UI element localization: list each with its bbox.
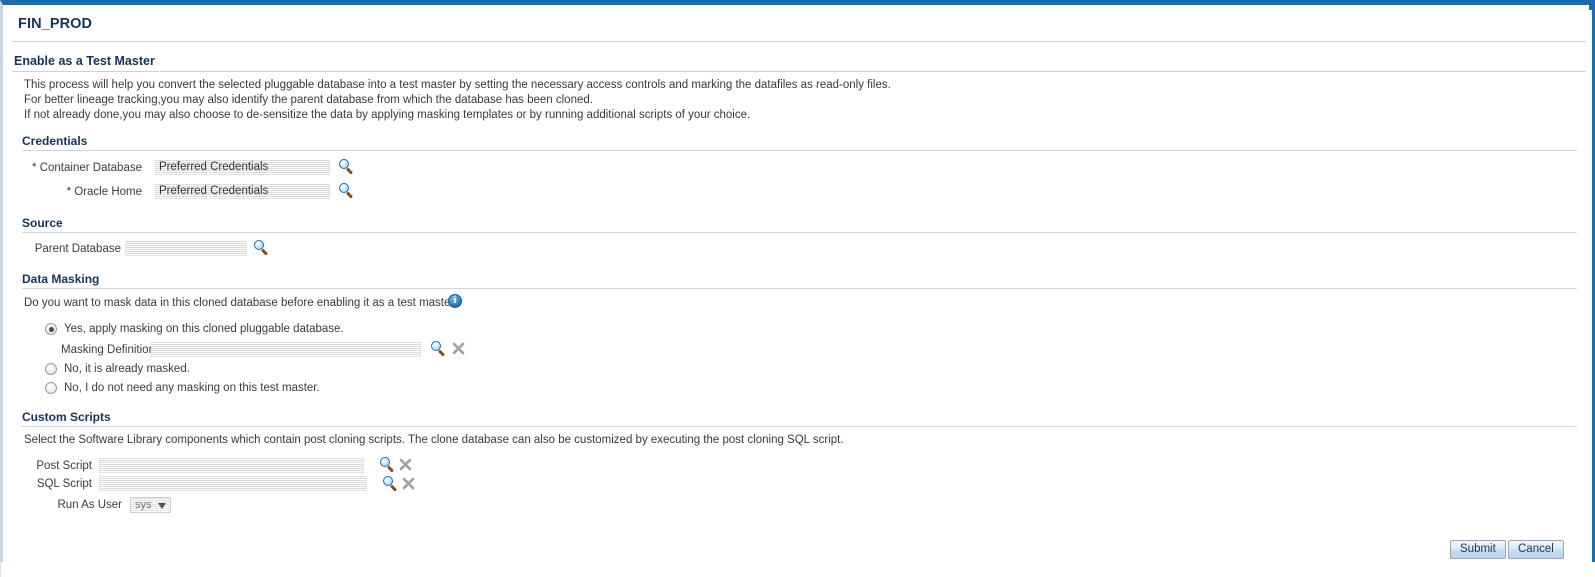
page-title: FIN_PROD xyxy=(18,16,93,32)
magnifier-handle xyxy=(261,248,269,256)
custom-scripts-section-title: Custom Scripts xyxy=(22,410,111,424)
data-masking-section-title: Data Masking xyxy=(22,272,100,286)
run-as-user-label: Run As User xyxy=(57,499,122,511)
magnifier-handle xyxy=(346,191,354,199)
cancel-button[interactable]: Cancel xyxy=(1508,540,1564,559)
search-icon[interactable] xyxy=(339,159,355,175)
intro-line-2: For better lineage tracking,you may also… xyxy=(24,94,593,106)
masking-definition-field[interactable] xyxy=(151,342,421,357)
clear-icon[interactable] xyxy=(399,458,412,471)
search-icon[interactable] xyxy=(339,183,355,199)
custom-scripts-divider xyxy=(22,426,1577,427)
intro-line-1: This process will help you convert the s… xyxy=(24,79,891,91)
oracle-home-label: * Oracle Home xyxy=(66,186,142,198)
application-window: FIN_PROD Enable as a Test Master This pr… xyxy=(0,0,1595,567)
run-as-user-value: sys xyxy=(135,499,152,511)
page-content: FIN_PROD Enable as a Test Master This pr… xyxy=(6,10,1592,567)
source-section-title: Source xyxy=(22,216,63,230)
radio-label-no-masking[interactable]: No, I do not need any masking on this te… xyxy=(64,382,320,394)
post-script-label: Post Script xyxy=(36,460,92,472)
window-bottom-strip xyxy=(0,562,1595,577)
search-icon[interactable] xyxy=(254,240,270,256)
subheading-divider xyxy=(12,71,1586,72)
submit-button[interactable]: Submit xyxy=(1450,540,1506,559)
oracle-home-field[interactable]: Preferred Credentials xyxy=(155,184,330,199)
custom-scripts-description: Select the Software Library components w… xyxy=(24,434,844,446)
search-icon[interactable] xyxy=(431,341,447,357)
credentials-section-title: Credentials xyxy=(22,134,88,148)
sql-script-label: SQL Script xyxy=(36,478,92,490)
search-icon[interactable] xyxy=(380,457,396,473)
parent-database-label: Parent Database xyxy=(34,243,121,255)
info-icon[interactable]: i xyxy=(448,294,462,308)
run-as-user-select[interactable]: sys xyxy=(130,497,171,513)
magnifier-handle xyxy=(390,484,398,492)
credentials-divider xyxy=(22,150,1577,151)
sql-script-field[interactable] xyxy=(99,476,367,491)
radio-already-masked[interactable] xyxy=(45,363,57,375)
container-database-label: * Container Database xyxy=(32,162,142,174)
title-divider xyxy=(12,41,1586,42)
radio-label-apply-masking[interactable]: Yes, apply masking on this cloned plugga… xyxy=(64,323,344,335)
section-heading-enable-test-master: Enable as a Test Master xyxy=(14,54,155,68)
radio-label-already-masked[interactable]: No, it is already masked. xyxy=(64,363,190,375)
post-script-field[interactable] xyxy=(99,458,364,473)
container-database-field[interactable]: Preferred Credentials xyxy=(155,160,330,175)
radio-apply-masking[interactable] xyxy=(45,323,57,335)
magnifier-handle xyxy=(438,349,446,357)
clear-icon[interactable] xyxy=(402,477,415,490)
magnifier-handle xyxy=(346,167,354,175)
masking-definition-label: Masking Definition xyxy=(61,344,155,356)
source-divider xyxy=(22,232,1577,233)
chevron-down-icon xyxy=(158,503,166,509)
parent-database-field[interactable] xyxy=(125,241,247,256)
intro-line-3: If not already done,you may also choose … xyxy=(24,109,751,121)
data-masking-divider xyxy=(22,288,1577,289)
radio-no-masking[interactable] xyxy=(45,382,57,394)
search-icon[interactable] xyxy=(383,476,399,492)
clear-icon[interactable] xyxy=(452,342,465,355)
magnifier-handle xyxy=(387,465,395,473)
data-masking-question: Do you want to mask data in this cloned … xyxy=(24,297,461,309)
